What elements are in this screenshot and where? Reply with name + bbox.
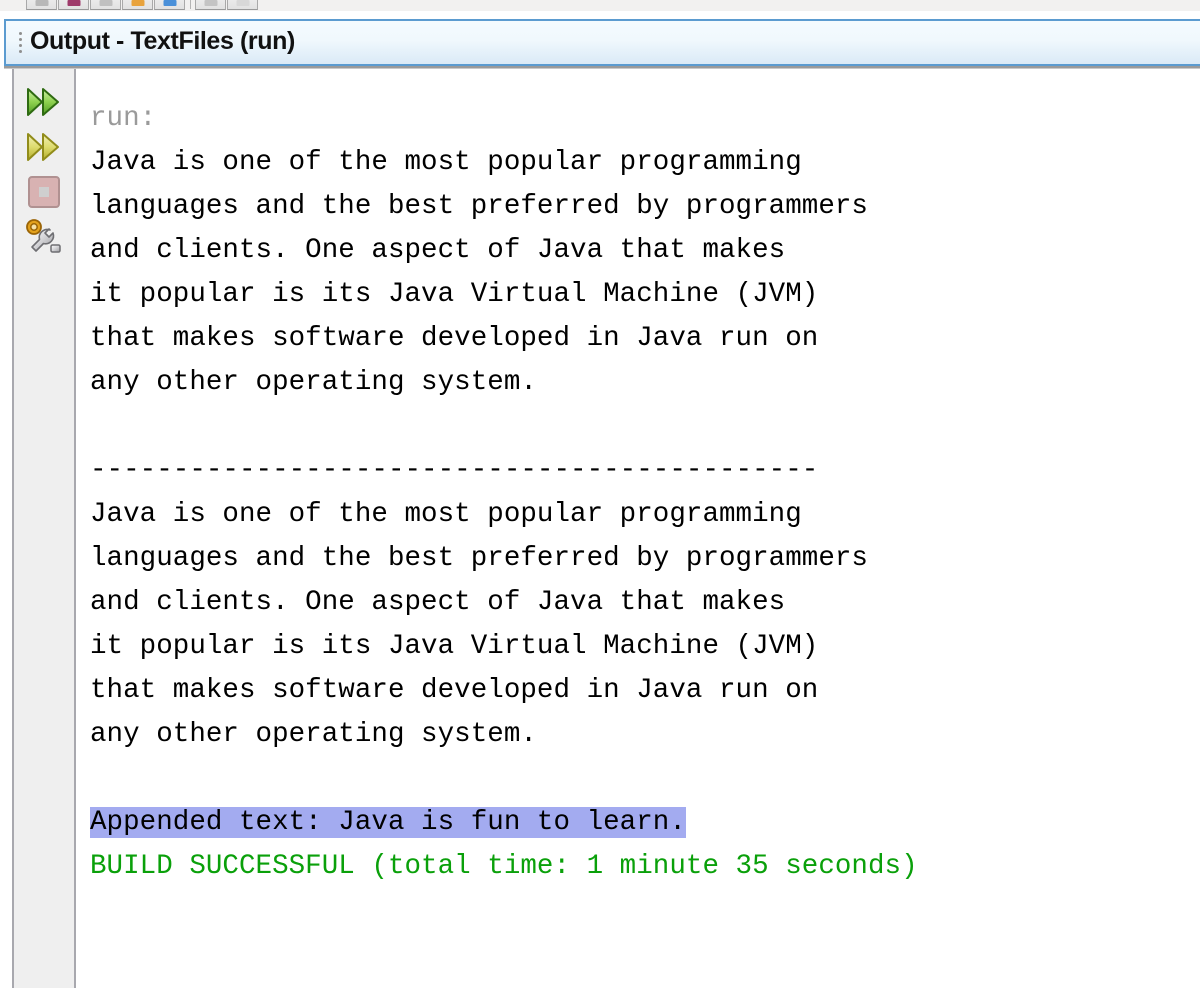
toolbar-button-1-icon — [35, 0, 48, 6]
output-line: ----------------------------------------… — [90, 455, 819, 486]
ide-toolbar-strip — [0, 0, 1200, 11]
settings-button[interactable] — [22, 218, 66, 256]
output-line: languages and the best preferred by prog… — [90, 543, 868, 574]
selected-text: Appended text: Java is fun to learn. — [90, 807, 686, 838]
toolbar-button-5[interactable] — [154, 0, 185, 10]
toolbar-button-4-icon — [131, 0, 144, 6]
double-chevron-right-yellow-icon — [24, 131, 64, 163]
toolbar-button-2-icon — [67, 0, 80, 6]
toolbar-button-5-icon — [163, 0, 176, 6]
output-text-pane[interactable]: run: Java is one of the most popular prog… — [78, 69, 1200, 988]
output-body: run: Java is one of the most popular prog… — [4, 69, 1200, 988]
output-line: BUILD SUCCESSFUL (total time: 1 minute 3… — [90, 851, 918, 882]
output-line: and clients. One aspect of Java that mak… — [90, 587, 786, 618]
output-line: that makes software developed in Java ru… — [90, 675, 819, 706]
toolbar-button-7-icon — [236, 0, 249, 6]
toolbar-button-1[interactable] — [26, 0, 57, 10]
wrench-target-icon — [25, 218, 63, 256]
output-line: and clients. One aspect of Java that mak… — [90, 235, 786, 266]
stop-button[interactable] — [22, 175, 66, 208]
output-line: run: — [90, 103, 157, 134]
output-action-gutter — [12, 69, 76, 988]
toolbar-button-4[interactable] — [122, 0, 153, 10]
drag-handle-icon[interactable] — [15, 32, 25, 53]
output-line: any other operating system. — [90, 719, 537, 750]
toolbar-button-group — [26, 0, 259, 10]
output-line: languages and the best preferred by prog… — [90, 191, 868, 222]
double-chevron-right-green-icon — [24, 86, 64, 118]
toolbar-button-3-icon — [99, 0, 112, 6]
rerun-other-button[interactable] — [22, 130, 66, 163]
output-window-title-bar[interactable]: Output - TextFiles (run) — [4, 19, 1200, 66]
output-line: that makes software developed in Java ru… — [90, 323, 819, 354]
toolbar-button-6-icon — [204, 0, 217, 6]
toolbar-separator — [190, 0, 191, 9]
output-window: Output - TextFiles (run) run: Java is on… — [4, 19, 1200, 988]
output-line: any other operating system. — [90, 367, 537, 398]
output-line: Java is one of the most popular programm… — [90, 147, 802, 178]
toolbar-button-6[interactable] — [195, 0, 226, 10]
output-line: Appended text: Java is fun to learn. — [90, 801, 1200, 845]
toolbar-button-2[interactable] — [58, 0, 89, 10]
toolbar-button-3[interactable] — [90, 0, 121, 10]
toolbar-button-7[interactable] — [227, 0, 258, 10]
rerun-button[interactable] — [22, 85, 66, 118]
output-line: Java is one of the most popular programm… — [90, 499, 802, 530]
stop-square-icon — [26, 174, 62, 210]
output-line: it popular is its Java Virtual Machine (… — [90, 279, 819, 310]
output-line: it popular is its Java Virtual Machine (… — [90, 631, 819, 662]
output-window-title: Output - TextFiles (run) — [30, 27, 295, 55]
